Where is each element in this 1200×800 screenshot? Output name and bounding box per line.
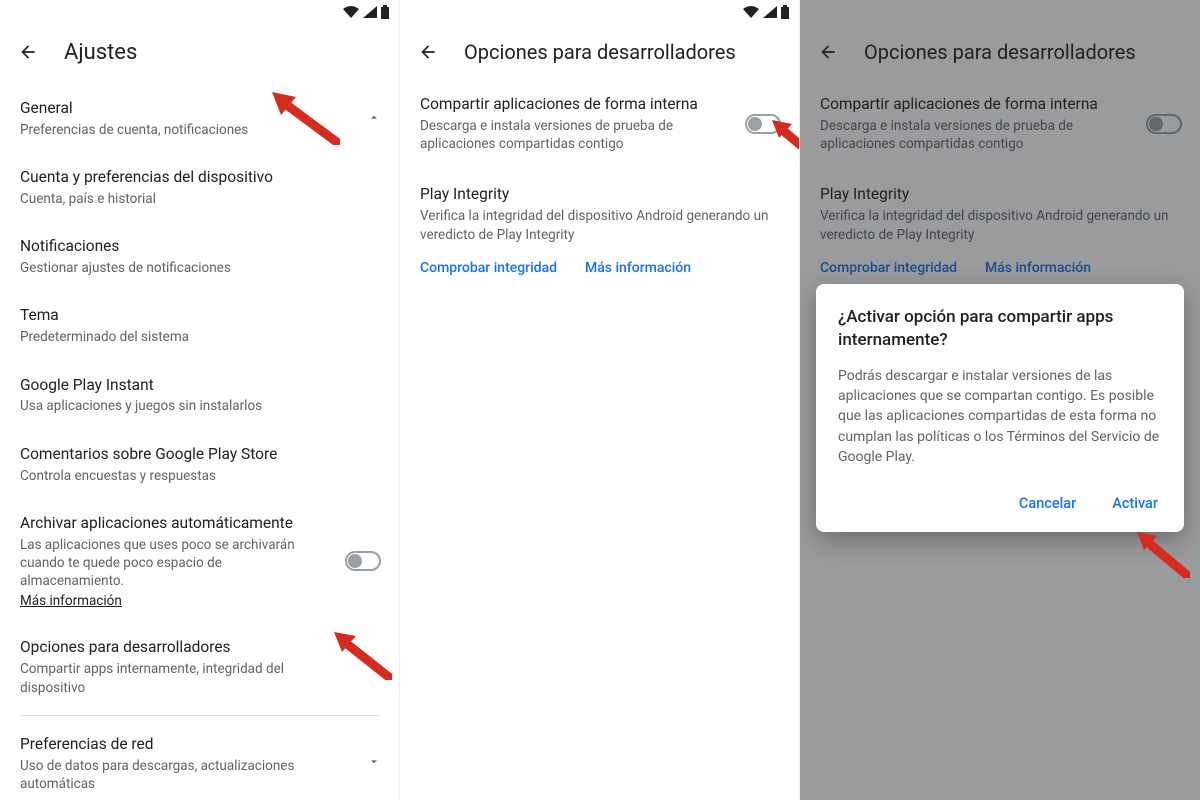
settings-list[interactable]: General Preferencias de cuenta, notifica… (0, 80, 399, 800)
item-subtitle: Controla encuestas y respuestas (20, 467, 343, 485)
item-title: Notificaciones (20, 236, 343, 257)
item-subtitle: Cuenta, país e historial (20, 190, 343, 208)
status-bar (400, 0, 799, 24)
back-button[interactable] (416, 40, 440, 64)
dialog-actions: Cancelar Activar (838, 489, 1162, 518)
item-title: Cuenta y preferencias del dispositivo (20, 167, 343, 188)
page-title: Ajustes (64, 40, 137, 65)
item-subtitle: Preferencias de cuenta, notificaciones (20, 121, 343, 139)
screen-developer-options: Opciones para desarrolladores Compartir … (400, 0, 800, 800)
item-subtitle: Usa aplicaciones y juegos sin instalarlo… (20, 397, 343, 415)
battery-icon (381, 5, 389, 19)
check-integrity-link[interactable]: Comprobar integridad (420, 260, 557, 276)
settings-item-network[interactable]: Preferencias de red Uso de datos para de… (0, 720, 399, 800)
confirm-dialog: ¿Activar opción para compartir apps inte… (816, 284, 1184, 532)
page-title: Opciones para desarrolladores (464, 40, 736, 64)
item-subtitle: Verifica la integridad del dispositivo A… (420, 207, 779, 243)
signal-icon (763, 6, 777, 18)
internal-sharing-item[interactable]: Compartir aplicaciones de forma interna … (400, 80, 799, 167)
wifi-icon (343, 6, 359, 18)
arrow-left-icon (418, 42, 438, 62)
item-subtitle: Predeterminado del sistema (20, 328, 343, 346)
item-title: Google Play Instant (20, 375, 343, 396)
battery-icon (781, 5, 789, 19)
item-title: Preferencias de red (20, 734, 343, 755)
item-title: Compartir aplicaciones de forma interna (420, 94, 729, 115)
settings-item-theme[interactable]: Tema Predeterminado del sistema (0, 291, 399, 360)
chevron-down-icon (367, 754, 381, 773)
item-subtitle: Descarga e instala versiones de prueba d… (420, 117, 729, 153)
settings-item-general[interactable]: General Preferencias de cuenta, notifica… (0, 84, 399, 153)
play-integrity-item: Play Integrity Verifica la integridad de… (400, 167, 799, 251)
wifi-icon (743, 6, 759, 18)
chevron-up-icon (367, 109, 381, 128)
back-button[interactable] (16, 40, 40, 64)
settings-item-notifications[interactable]: Notificaciones Gestionar ajustes de noti… (0, 222, 399, 291)
play-integrity-links: Comprobar integridad Más información (400, 252, 799, 288)
item-title: Tema (20, 305, 343, 326)
item-subtitle: Las aplicaciones que uses poco se archiv… (20, 536, 329, 591)
item-title: General (20, 98, 343, 119)
more-info-link[interactable]: Más información (20, 593, 122, 609)
item-subtitle: Compartir apps internamente, integridad … (20, 660, 343, 696)
internal-sharing-toggle[interactable] (745, 114, 781, 134)
item-title: Play Integrity (420, 185, 779, 203)
settings-item-auto-archive[interactable]: Archivar aplicaciones automáticamente La… (0, 499, 399, 624)
auto-archive-toggle[interactable] (345, 551, 381, 571)
divider (20, 715, 379, 716)
confirm-button[interactable]: Activar (1108, 489, 1162, 518)
more-info-link[interactable]: Más información (585, 260, 691, 276)
item-subtitle: Gestionar ajustes de notificaciones (20, 259, 343, 277)
item-title: Comentarios sobre Google Play Store (20, 444, 343, 465)
title-bar: Ajustes (0, 24, 399, 80)
settings-item-developer-options[interactable]: Opciones para desarrolladores Compartir … (0, 623, 399, 710)
settings-item-account[interactable]: Cuenta y preferencias del dispositivo Cu… (0, 153, 399, 222)
status-bar (0, 0, 399, 24)
screen-settings: Ajustes General Preferencias de cuenta, … (0, 0, 400, 800)
item-title: Archivar aplicaciones automáticamente (20, 513, 329, 534)
dialog-body: Podrás descargar e instalar versiones de… (838, 366, 1162, 467)
dialog-title: ¿Activar opción para compartir apps inte… (838, 306, 1162, 352)
settings-item-feedback[interactable]: Comentarios sobre Google Play Store Cont… (0, 430, 399, 499)
title-bar: Opciones para desarrolladores (400, 24, 799, 80)
settings-item-play-instant[interactable]: Google Play Instant Usa aplicaciones y j… (0, 361, 399, 430)
screen-developer-options-dialog: Opciones para desarrolladores Compartir … (800, 0, 1200, 800)
item-title: Opciones para desarrolladores (20, 637, 343, 658)
item-subtitle: Uso de datos para descargas, actualizaci… (20, 757, 343, 793)
arrow-left-icon (18, 42, 38, 62)
cancel-button[interactable]: Cancelar (1015, 489, 1080, 518)
signal-icon (363, 6, 377, 18)
